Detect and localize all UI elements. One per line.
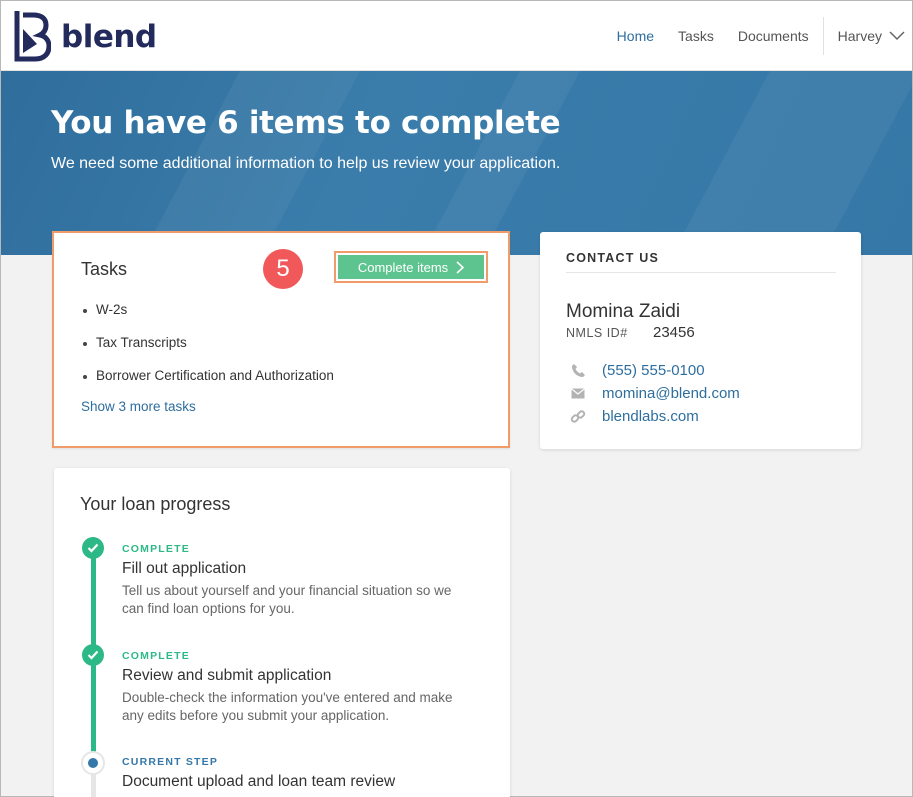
current-step-dot bbox=[88, 758, 98, 768]
main-nav: Home Tasks Documents Harvey bbox=[617, 1, 912, 71]
loan-progress-card: Your loan progress COMPLETE Fill out app… bbox=[54, 468, 510, 797]
nav-divider bbox=[822, 17, 824, 55]
user-name: Harvey bbox=[837, 28, 882, 44]
phone-icon bbox=[570, 363, 586, 379]
contact-heading: CONTACT US bbox=[566, 251, 660, 265]
nmls-label: NMLS ID# bbox=[566, 326, 628, 340]
task-item: Borrower Certification and Authorization bbox=[81, 367, 334, 400]
website-link[interactable]: blendlabs.com bbox=[602, 408, 699, 425]
page-title: You have 6 items to complete bbox=[51, 105, 561, 141]
nmls-value: 23456 bbox=[653, 324, 695, 341]
user-menu[interactable]: Harvey bbox=[838, 28, 906, 44]
progress-step-current: CURRENT STEP Document upload and loan te… bbox=[122, 756, 395, 791]
phone-link[interactable]: (555) 555-0100 bbox=[602, 362, 705, 379]
divider bbox=[566, 272, 836, 273]
link-icon bbox=[570, 409, 586, 425]
top-navigation-bar: blend Home Tasks Documents Harvey bbox=[1, 1, 912, 71]
complete-items-button-inner[interactable]: Complete items bbox=[338, 255, 484, 279]
step-status: CURRENT STEP bbox=[122, 756, 219, 768]
contact-card: CONTACT US Momina Zaidi NMLS ID# 23456 (… bbox=[540, 232, 861, 449]
nav-documents[interactable]: Documents bbox=[738, 28, 809, 44]
nav-home[interactable]: Home bbox=[617, 28, 654, 44]
nav-tasks[interactable]: Tasks bbox=[678, 28, 714, 44]
show-more-tasks-link[interactable]: Show 3 more tasks bbox=[81, 399, 196, 414]
tasks-card: Tasks 5 Complete items W-2s Tax Transcri… bbox=[52, 231, 510, 448]
check-icon bbox=[82, 537, 104, 559]
loan-officer-name: Momina Zaidi bbox=[566, 301, 681, 322]
blend-logo[interactable]: blend bbox=[13, 8, 157, 66]
blend-logo-icon bbox=[14, 11, 51, 62]
step-description: Tell us about yourself and your financia… bbox=[122, 583, 452, 616]
loan-progress-title: Your loan progress bbox=[80, 494, 231, 514]
check-icon bbox=[82, 644, 104, 666]
progress-step: COMPLETE Fill out application Tell us ab… bbox=[122, 543, 472, 618]
contact-email-row: momina@blend.com bbox=[570, 385, 740, 402]
mail-icon bbox=[570, 386, 586, 402]
contact-phone-row: (555) 555-0100 bbox=[570, 362, 705, 379]
step-title: Fill out application bbox=[122, 560, 247, 577]
contact-website-row: blendlabs.com bbox=[570, 408, 699, 425]
page-subtitle: We need some additional information to h… bbox=[51, 155, 561, 172]
task-item: W-2s bbox=[81, 301, 334, 334]
tasks-title: Tasks bbox=[81, 259, 128, 279]
email-link[interactable]: momina@blend.com bbox=[602, 385, 740, 402]
chevron-down-icon bbox=[889, 31, 905, 41]
step-number-badge: 5 bbox=[263, 249, 303, 289]
complete-items-label: Complete items bbox=[357, 259, 449, 275]
step-status: COMPLETE bbox=[122, 543, 190, 555]
current-step-icon bbox=[81, 751, 105, 775]
complete-items-button[interactable]: Complete items bbox=[334, 251, 488, 283]
step-title: Review and submit application bbox=[122, 667, 332, 684]
step-title: Document upload and loan team review bbox=[122, 773, 396, 790]
logo-wordmark: blend bbox=[61, 19, 157, 55]
step-status: COMPLETE bbox=[122, 650, 190, 662]
hero-decoration bbox=[672, 71, 912, 255]
hero-banner: You have 6 items to complete We need som… bbox=[1, 71, 912, 255]
task-list: W-2s Tax Transcripts Borrower Certificat… bbox=[81, 301, 334, 400]
chevron-right-icon bbox=[456, 260, 465, 274]
step-description: Double-check the information you've ente… bbox=[122, 690, 453, 723]
progress-step: COMPLETE Review and submit application D… bbox=[122, 650, 472, 725]
task-item: Tax Transcripts bbox=[81, 334, 334, 367]
